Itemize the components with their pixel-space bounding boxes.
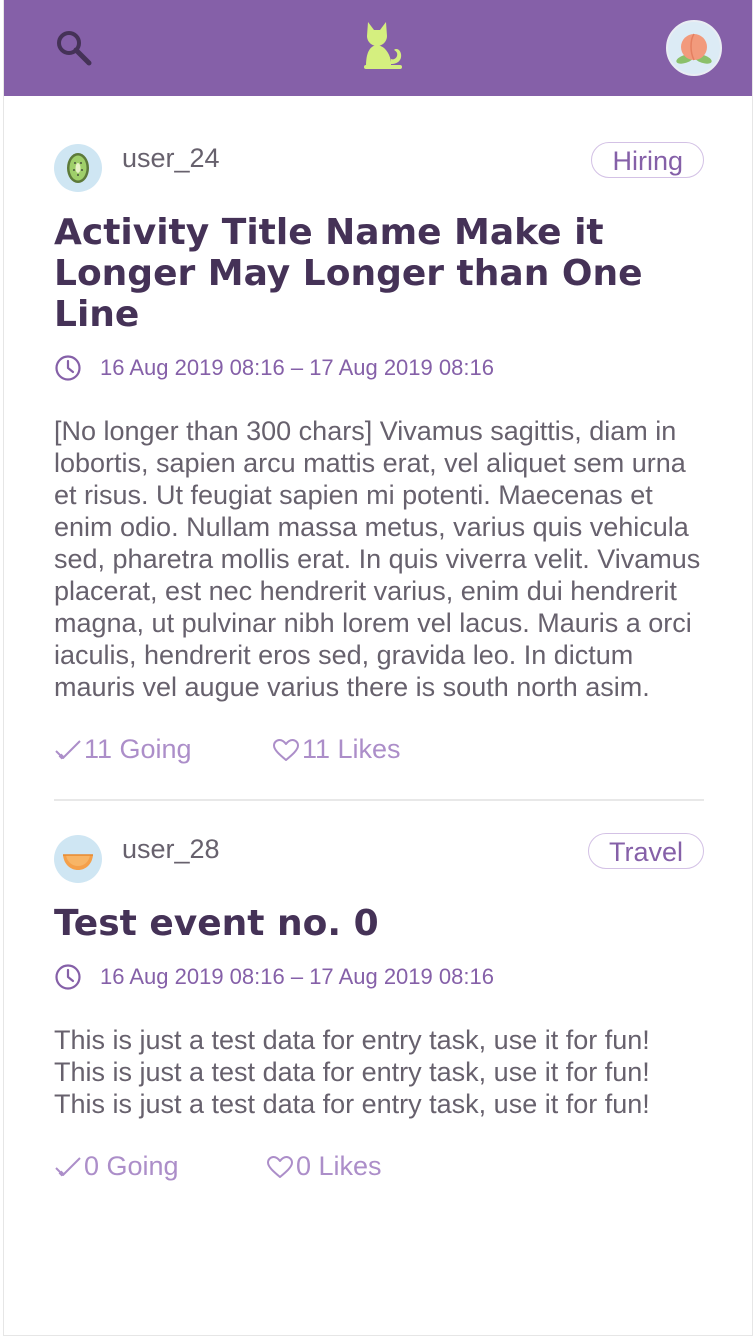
- clock-icon: [55, 355, 81, 381]
- app-frame: user_24 Hiring Activity Title Name Make …: [3, 0, 753, 1336]
- event-card[interactable]: user_28 Travel Test event no. 0 16 Aug 2…: [54, 801, 704, 1186]
- check-icon: [55, 1157, 81, 1177]
- search-button[interactable]: [54, 28, 94, 68]
- search-icon: [57, 31, 92, 66]
- event-card[interactable]: user_24 Hiring Activity Title Name Make …: [54, 96, 704, 769]
- check-icon: [55, 740, 81, 760]
- going-count: 0 Going: [84, 1151, 179, 1181]
- event-title[interactable]: Activity Title Name Make it Longer May L…: [54, 212, 704, 335]
- channel-tag[interactable]: Travel: [587, 833, 704, 869]
- top-bar: [4, 0, 752, 96]
- event-description: [No longer than 300 chars] Vivamus sagit…: [54, 416, 701, 702]
- profile-avatar-button[interactable]: [666, 20, 722, 76]
- event-card-footer: 11 Going 11 Likes: [54, 729, 704, 769]
- heart-icon: [273, 739, 299, 761]
- event-feed: user_24 Hiring Activity Title Name Make …: [54, 96, 704, 1186]
- event-title[interactable]: Test event no. 0: [54, 903, 704, 944]
- peach-avatar-icon: [676, 33, 712, 64]
- event-description: This is just a test data for entry task,…: [54, 1025, 650, 1119]
- cat-icon: [364, 22, 402, 69]
- event-card-header: user_24 Hiring: [54, 142, 704, 192]
- heart-icon: [267, 1156, 293, 1178]
- event-card-header: user_28 Travel: [54, 833, 704, 883]
- event-card-footer: 0 Going 0 Likes: [54, 1146, 704, 1186]
- clock-icon: [55, 964, 81, 990]
- melon-avatar-icon: [63, 854, 93, 870]
- like-count: 11 Likes: [302, 734, 401, 764]
- kiwi-avatar-icon: [67, 153, 89, 183]
- event-time-text: 16 Aug 2019 08:16 – 17 Aug 2019 08:16: [100, 355, 494, 380]
- event-time-text: 16 Aug 2019 08:16 – 17 Aug 2019 08:16: [100, 964, 494, 989]
- event-time: 16 Aug 2019 08:16 – 17 Aug 2019 08:16: [54, 353, 704, 383]
- going-count: 11 Going: [84, 734, 192, 764]
- event-time: 16 Aug 2019 08:16 – 17 Aug 2019 08:16: [54, 962, 704, 992]
- user-avatar[interactable]: [54, 835, 102, 883]
- user-avatar[interactable]: [54, 144, 102, 192]
- username[interactable]: user_24: [122, 142, 220, 174]
- logo[interactable]: [360, 18, 406, 70]
- username[interactable]: user_28: [122, 833, 220, 865]
- like-count: 0 Likes: [296, 1151, 382, 1181]
- channel-tag[interactable]: Hiring: [591, 142, 704, 178]
